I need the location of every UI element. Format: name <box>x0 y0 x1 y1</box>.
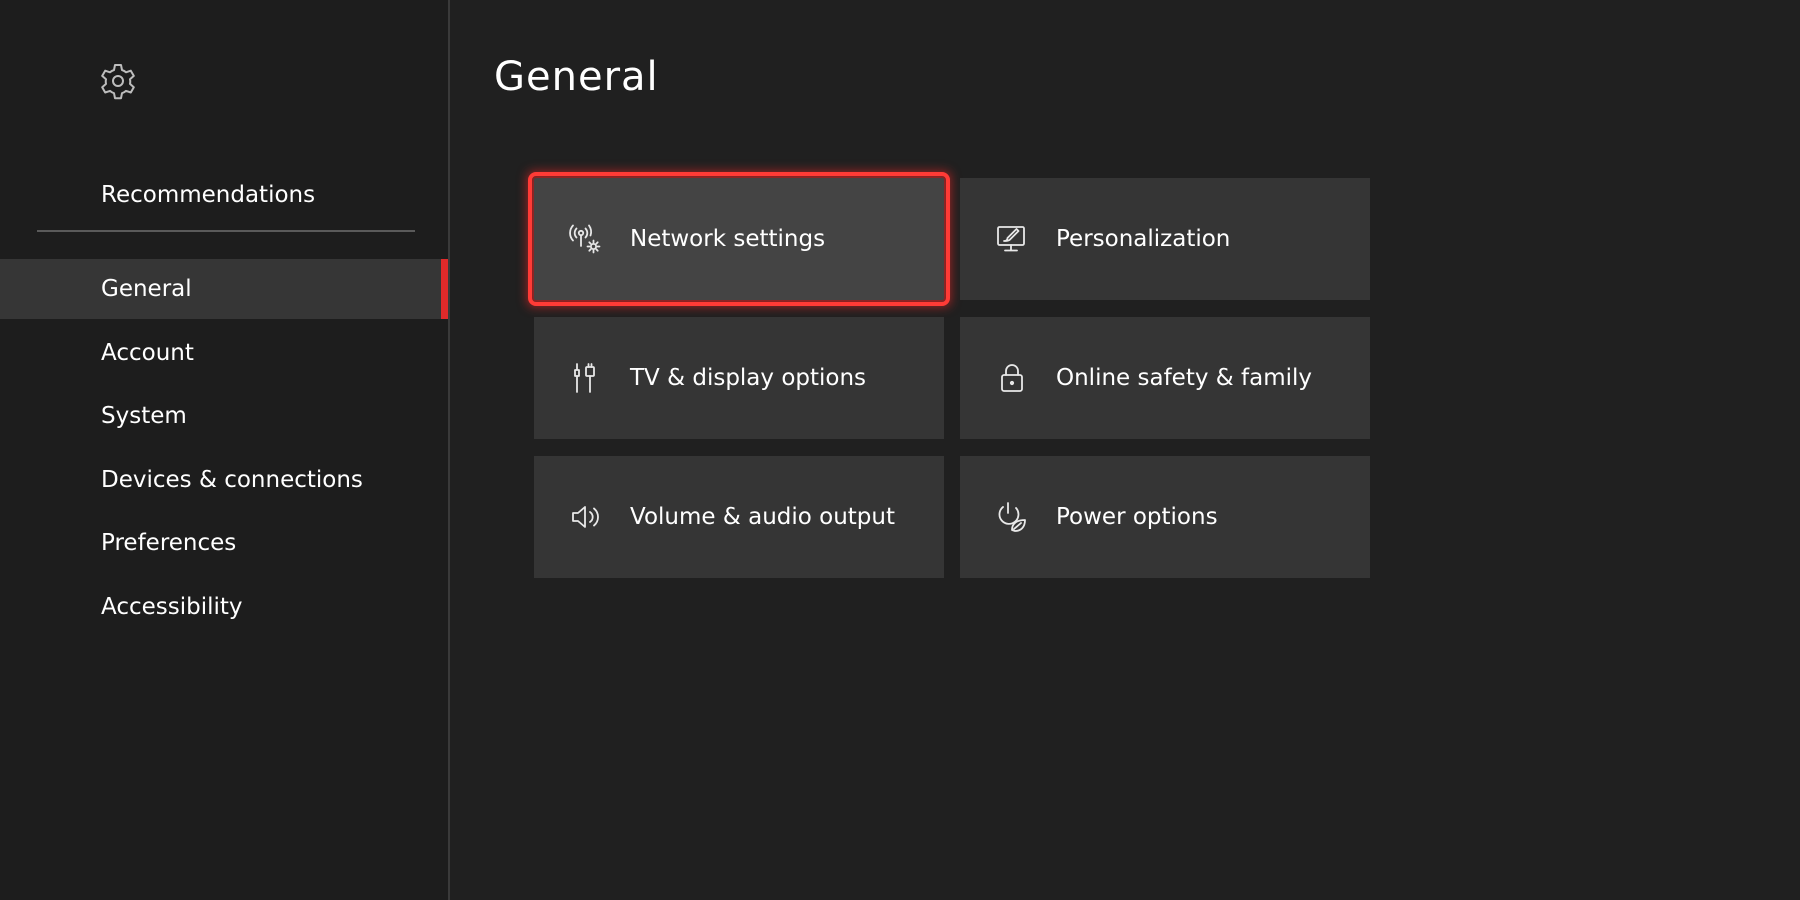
page-title: General <box>494 54 659 100</box>
network-settings-tile[interactable]: Network settings <box>528 172 950 306</box>
sidebar-item-label: System <box>101 403 187 430</box>
sidebar-item-label: General <box>101 276 192 302</box>
sidebar-nav: General Account System Devices & connect… <box>0 259 448 641</box>
lock-icon <box>994 360 1030 396</box>
power-options-tile[interactable]: Power options <box>960 456 1370 578</box>
tile-label: Network settings <box>630 226 826 252</box>
gear-icon <box>98 61 138 101</box>
personalization-icon <box>994 221 1030 257</box>
settings-tile-grid: Network settings Personalization TV & di… <box>528 172 1370 580</box>
sidebar-divider <box>37 230 415 232</box>
sidebar-item-recommendations[interactable]: Recommendations <box>101 182 315 208</box>
sidebar-item-label: Accessibility <box>101 593 243 620</box>
sidebar-item-system[interactable]: System <box>0 386 448 446</box>
sidebar-item-general[interactable]: General <box>0 259 448 319</box>
volume-audio-output-tile[interactable]: Volume & audio output <box>534 456 944 578</box>
sidebar: Recommendations General Account System D… <box>0 0 450 900</box>
sidebar-item-label: Devices & connections <box>101 466 363 493</box>
online-safety-family-tile[interactable]: Online safety & family <box>960 317 1370 439</box>
tile-label: Volume & audio output <box>630 504 896 530</box>
tile-label: TV & display options <box>630 365 867 391</box>
sidebar-item-label: Preferences <box>101 530 237 557</box>
sidebar-item-accessibility[interactable]: Accessibility <box>0 577 448 637</box>
tile-label: Power options <box>1056 504 1218 530</box>
sidebar-item-devices-connections[interactable]: Devices & connections <box>0 450 448 510</box>
display-cable-icon <box>568 360 604 396</box>
tile-label: Online safety & family <box>1056 365 1312 391</box>
sidebar-item-preferences[interactable]: Preferences <box>0 513 448 573</box>
settings-app: Recommendations General Account System D… <box>0 0 1800 900</box>
tv-display-options-tile[interactable]: TV & display options <box>534 317 944 439</box>
sidebar-item-label: Account <box>101 339 194 366</box>
power-leaf-icon <box>994 499 1030 535</box>
active-indicator <box>441 259 448 319</box>
tile-label: Personalization <box>1056 226 1231 252</box>
network-settings-icon <box>568 221 604 257</box>
sidebar-item-account[interactable]: Account <box>0 323 448 383</box>
personalization-tile[interactable]: Personalization <box>960 178 1370 300</box>
speaker-icon <box>568 499 604 535</box>
